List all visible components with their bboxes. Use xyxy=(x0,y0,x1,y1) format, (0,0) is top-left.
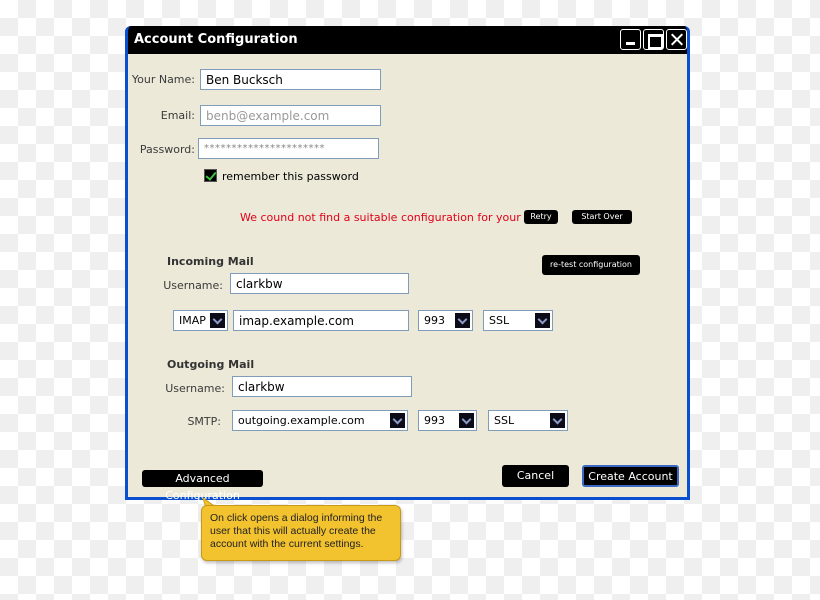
remember-password-label: remember this password xyxy=(222,170,359,183)
chevron-down-icon xyxy=(550,413,565,428)
incoming-security-value: SSL xyxy=(489,314,510,327)
chevron-down-icon xyxy=(390,413,405,428)
incoming-protocol-select[interactable]: IMAP xyxy=(173,310,228,331)
chevron-down-icon xyxy=(535,313,550,328)
password-input[interactable]: ********************** xyxy=(198,138,379,159)
outgoing-mail-heading: Outgoing Mail xyxy=(167,358,255,371)
create-account-button[interactable]: Create Account xyxy=(582,465,679,487)
incoming-server-input[interactable]: imap.example.com xyxy=(233,310,409,331)
advanced-configuration-button[interactable]: Advanced Configuration xyxy=(142,470,263,502)
incoming-username-input[interactable]: clarkbw xyxy=(230,273,409,294)
start-over-button[interactable]: Start Over xyxy=(572,210,632,224)
incoming-security-select[interactable]: SSL xyxy=(483,310,553,331)
retest-configuration-button[interactable]: re-test configuration xyxy=(542,255,640,275)
chevron-down-icon xyxy=(459,413,474,428)
chevron-down-icon xyxy=(210,313,225,328)
incoming-port-value: 993 xyxy=(424,314,445,327)
email-input[interactable]: benb@example.com xyxy=(200,105,381,126)
password-label: Password: xyxy=(139,143,195,156)
incoming-port-select[interactable]: 993 xyxy=(418,310,473,331)
outgoing-security-select[interactable]: SSL xyxy=(488,410,568,431)
outgoing-username-input[interactable]: clarkbw xyxy=(232,376,412,397)
title-bar[interactable]: Account Configuration xyxy=(125,26,690,54)
remember-password-checkbox[interactable] xyxy=(204,169,217,182)
chevron-down-icon xyxy=(455,313,470,328)
incoming-protocol-value: IMAP xyxy=(179,314,206,327)
maximize-button[interactable] xyxy=(643,29,664,50)
outgoing-server-value: outgoing.example.com xyxy=(238,414,365,427)
outgoing-port-select[interactable]: 993 xyxy=(418,410,477,431)
incoming-username-label: Username: xyxy=(163,279,223,292)
minimize-button[interactable] xyxy=(620,29,641,50)
annotation-callout: On click opens a dialog informing the us… xyxy=(201,505,401,561)
smtp-label: SMTP: xyxy=(187,415,221,428)
account-config-window: Account Configuration Your Name: Ben Buc… xyxy=(125,26,690,502)
error-message: We cound not find a suitable configurati… xyxy=(240,211,548,224)
name-label: Your Name: xyxy=(131,73,195,86)
email-label: Email: xyxy=(160,109,195,122)
outgoing-server-select[interactable]: outgoing.example.com xyxy=(232,410,408,431)
close-button[interactable] xyxy=(666,29,687,50)
cancel-button[interactable]: Cancel xyxy=(502,465,569,487)
window-title: Account Configuration xyxy=(134,32,298,47)
outgoing-username-label: Username: xyxy=(165,382,225,395)
outgoing-port-value: 993 xyxy=(424,414,445,427)
incoming-mail-heading: Incoming Mail xyxy=(167,255,254,268)
retry-button[interactable]: Retry xyxy=(524,210,558,224)
outgoing-security-value: SSL xyxy=(494,414,515,427)
name-input[interactable]: Ben Bucksch xyxy=(200,69,381,90)
